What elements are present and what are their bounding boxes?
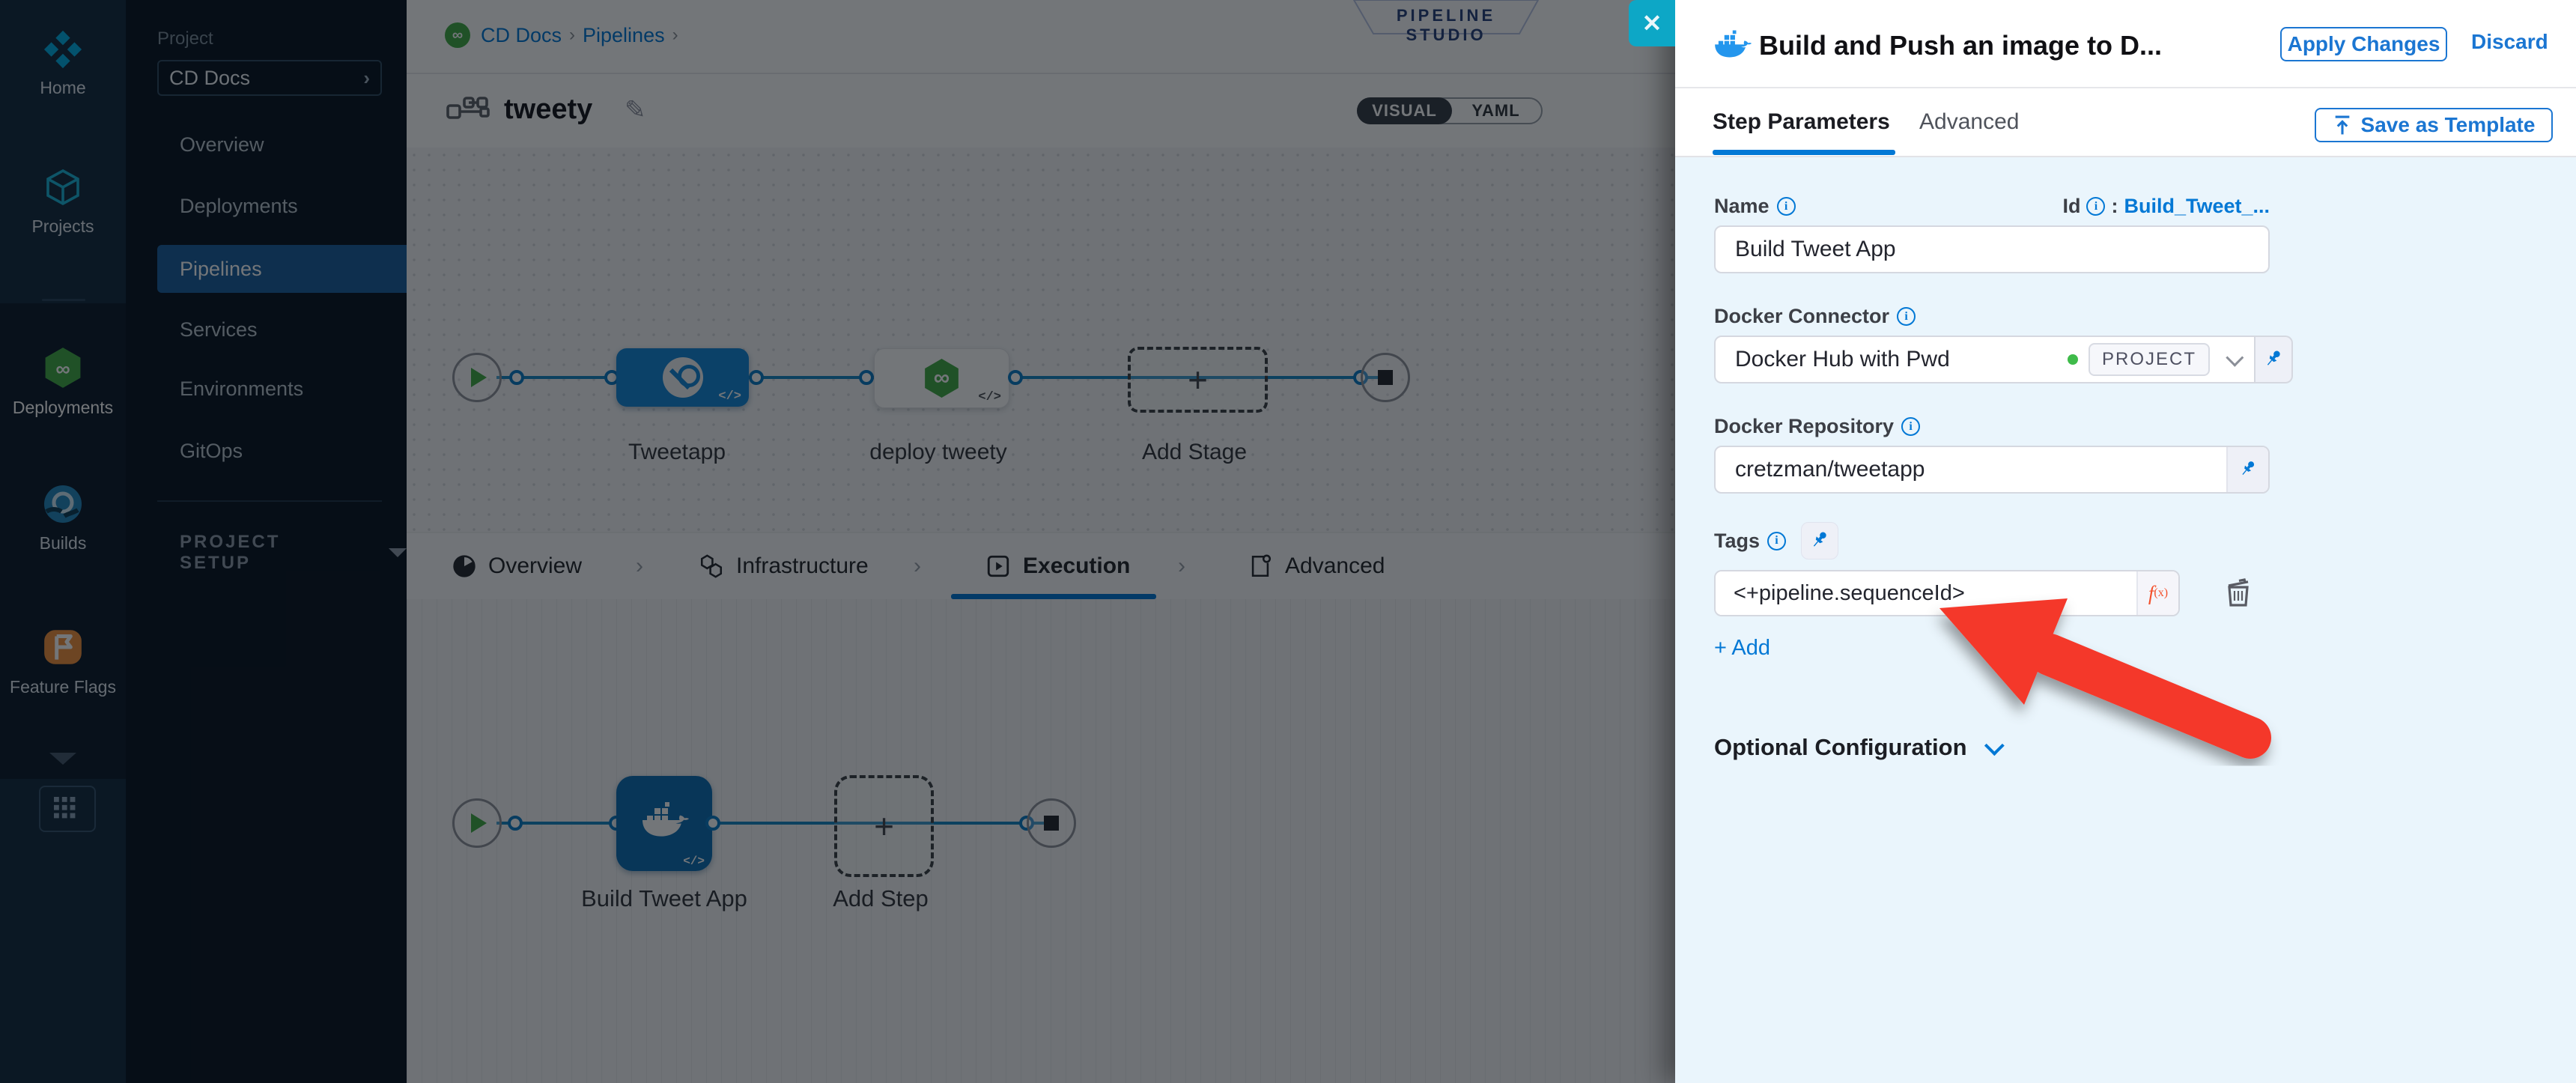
info-icon[interactable]: i (1777, 197, 1796, 216)
drawer-title: Build and Push an image to D... (1759, 30, 2162, 61)
docker-connector-field[interactable]: Docker Hub with Pwd PROJECT (1714, 336, 2576, 383)
add-tag-link[interactable]: + Add (1714, 636, 2576, 661)
info-icon[interactable]: i (2086, 197, 2105, 216)
drawer-body: Name i Id i : Build_Tweet_... Docker Con… (1675, 156, 2576, 1083)
drawer-tab-bar: Step Parameters Advanced Save as Templat… (1675, 88, 2576, 157)
tags-pin-button[interactable] (1801, 522, 1838, 559)
name-input[interactable] (1714, 225, 2270, 273)
docker-repository-label: Docker Repository i (1714, 415, 2576, 438)
pin-icon (2262, 347, 2285, 373)
delete-tag-button[interactable] (2223, 576, 2253, 611)
pin-icon (2238, 458, 2258, 482)
close-icon: ✕ (1642, 9, 1662, 37)
discard-button[interactable]: Discard (2471, 30, 2548, 54)
tags-label: Tags i (1714, 530, 1786, 553)
docker-repository-field (1714, 446, 2270, 494)
docker-icon (1713, 30, 1752, 65)
tab-step-parameters[interactable]: Step Parameters (1713, 109, 1890, 135)
connector-value: Docker Hub with Pwd (1735, 347, 2068, 372)
step-id: Id i : Build_Tweet_... (2062, 195, 2270, 218)
id-colon: : (2111, 195, 2118, 218)
docker-repository-input[interactable] (1716, 447, 2226, 492)
drawer-header: Build and Push an image to D... i Apply … (1675, 0, 2576, 88)
repository-pin-button[interactable] (2226, 447, 2268, 492)
step-config-drawer: Build and Push an image to D... i Apply … (1675, 0, 2576, 1083)
tab-step-advanced[interactable]: Advanced (1919, 109, 2019, 135)
tag-value-field: f(x) (1714, 570, 2180, 616)
connector-pin-button[interactable] (2255, 336, 2293, 383)
save-as-template-button[interactable]: Save as Template (2315, 108, 2553, 142)
expression-fx-button[interactable]: f(x) (2136, 571, 2178, 615)
connector-select[interactable]: Docker Hub with Pwd PROJECT (1714, 336, 2255, 383)
tag-input[interactable] (1716, 571, 2136, 615)
id-label: Id (2062, 195, 2080, 218)
tag-row: f(x) (1714, 570, 2576, 616)
connector-status-dot (2068, 354, 2078, 365)
trash-icon (2223, 576, 2253, 611)
chevron-down-icon (1984, 735, 2004, 756)
info-icon[interactable]: i (1767, 532, 1786, 550)
chevron-down-icon (2226, 348, 2244, 366)
close-drawer-button[interactable]: ✕ (1629, 0, 1675, 46)
name-label: Name i (1714, 195, 1796, 218)
name-row: Name i Id i : Build_Tweet_... (1714, 195, 2270, 218)
docker-connector-label: Docker Connector i (1714, 305, 2576, 328)
optional-configuration-label: Optional Configuration (1714, 734, 1967, 761)
info-icon[interactable]: i (1897, 307, 1916, 326)
drawer-backdrop[interactable] (0, 0, 1675, 1083)
template-upload-icon (2333, 115, 2352, 136)
apply-changes-button[interactable]: Apply Changes (2280, 27, 2447, 61)
id-value[interactable]: Build_Tweet_... (2124, 195, 2270, 218)
scope-badge: PROJECT (2089, 343, 2210, 376)
pipeline-studio-app: Home Projects ∞ Deployments Builds (0, 0, 2576, 1083)
active-tab-underline (1713, 150, 1895, 155)
optional-configuration-toggle[interactable]: Optional Configuration (1714, 734, 2576, 761)
tags-header: Tags i (1714, 522, 2576, 559)
info-icon[interactable]: i (1901, 417, 1920, 436)
pin-icon (1808, 528, 1831, 554)
save-as-template-label: Save as Template (2361, 113, 2536, 137)
